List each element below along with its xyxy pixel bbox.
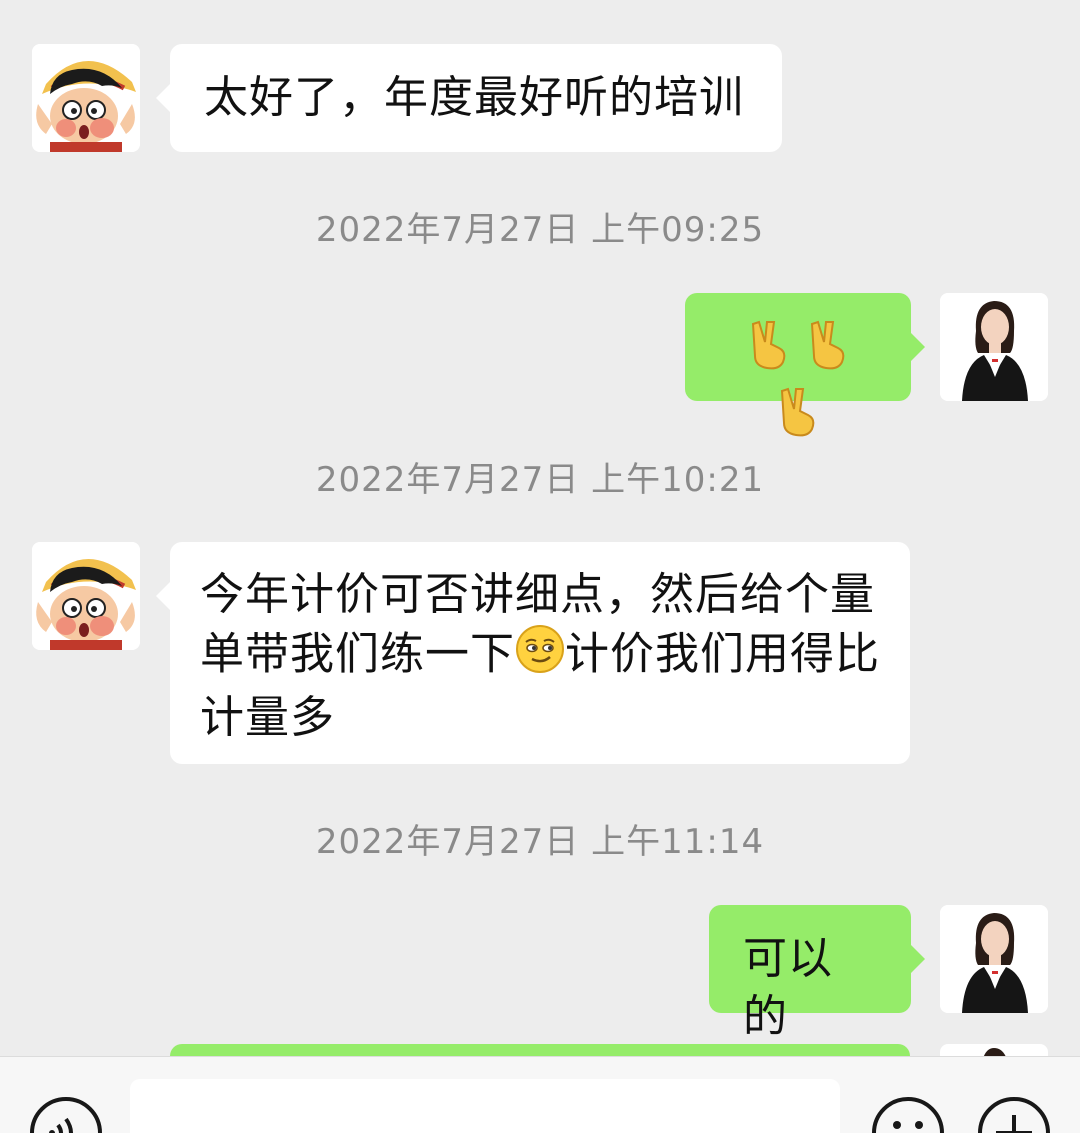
cartoon-avatar-icon	[32, 44, 140, 152]
message-bubble[interactable]: 可以的	[709, 905, 925, 1042]
smirk-face-emoji-icon	[515, 624, 565, 689]
input-bar	[0, 1056, 1080, 1133]
victory-hand-emoji-icon	[747, 318, 791, 385]
cartoon-avatar-icon	[32, 542, 140, 650]
message-input[interactable]	[130, 1079, 840, 1133]
voice-icon	[30, 1097, 102, 1133]
voice-button[interactable]	[28, 1095, 104, 1133]
message-text: 太好了，年度最好听的培训	[204, 72, 744, 123]
woman-portrait-avatar-icon	[940, 905, 1048, 1013]
chat-area: 太好了，年度最好听的培训 2022年7月27日 上午09:25 2022年7月2…	[0, 0, 1080, 1056]
sender-avatar[interactable]	[32, 44, 140, 152]
timestamp: 2022年7月27日 上午10:21	[315, 460, 765, 500]
emoji-icon	[872, 1097, 944, 1133]
message-bubble[interactable]	[685, 293, 925, 437]
victory-hand-emoji-icon	[806, 318, 850, 385]
message-text-line: 今年计价可否讲细点，然后给个量	[200, 569, 875, 620]
message-text-line: 单带我们练一下 计价我们用得比	[200, 624, 880, 689]
message-text: 可以的	[743, 933, 833, 1042]
message-text-line: 计量多	[200, 692, 335, 743]
sender-avatar[interactable]	[32, 542, 140, 650]
woman-portrait-avatar-icon	[940, 293, 1048, 401]
timestamp: 2022年7月27日 上午09:25	[315, 210, 765, 250]
message-bubble[interactable]: 今年计价可否讲细点，然后给个量 单带我们练一下 计价我们用得比 计量多	[156, 542, 910, 764]
my-avatar[interactable]	[940, 293, 1048, 401]
message-bubble-partial[interactable]	[170, 1044, 910, 1056]
woman-portrait-avatar-icon	[984, 1048, 1006, 1056]
plus-button[interactable]	[976, 1095, 1052, 1133]
message-bubble[interactable]: 太好了，年度最好听的培训	[156, 44, 782, 152]
message-text-segment: 计价我们用得比	[565, 628, 880, 680]
victory-hand-emoji-icon	[776, 385, 820, 452]
plus-icon	[978, 1097, 1050, 1133]
timestamp: 2022年7月27日 上午11:14	[315, 822, 765, 862]
my-avatar-partial[interactable]	[940, 1044, 1048, 1056]
my-avatar[interactable]	[940, 905, 1048, 1013]
message-text-segment: 单带我们练一下	[200, 628, 515, 680]
emoji-button[interactable]	[870, 1095, 946, 1133]
